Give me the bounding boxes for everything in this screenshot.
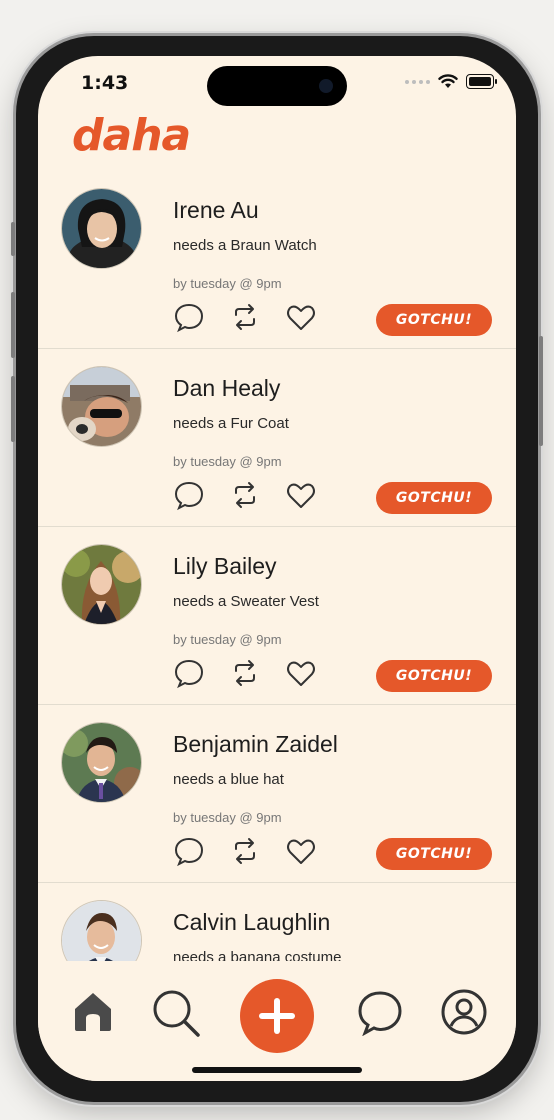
profile-icon[interactable] xyxy=(439,987,489,1037)
comment-icon[interactable] xyxy=(173,479,205,511)
status-time: 1:43 xyxy=(81,72,129,94)
home-indicator xyxy=(192,1067,362,1073)
action-row xyxy=(173,301,317,333)
dynamic-island xyxy=(207,66,347,106)
list-item[interactable]: Lily Bailey needs a Sweater Vest by tues… xyxy=(38,527,516,705)
request-text: needs a Sweater Vest xyxy=(173,593,319,610)
gotchu-button[interactable]: GOTCHU! xyxy=(376,838,492,870)
due-text: by tuesday @ 9pm xyxy=(173,276,282,291)
search-icon[interactable] xyxy=(150,987,202,1039)
heart-icon[interactable] xyxy=(285,479,317,511)
list-item[interactable]: Irene Au needs a Braun Watch by tuesday … xyxy=(38,171,516,349)
tab-bar xyxy=(38,961,516,1081)
request-text: needs a Braun Watch xyxy=(173,237,317,254)
request-text: needs a blue hat xyxy=(173,771,284,788)
silent-switch xyxy=(11,222,15,256)
avatar[interactable] xyxy=(61,366,142,447)
action-row xyxy=(173,835,317,867)
comment-icon[interactable] xyxy=(173,835,205,867)
create-request-button[interactable] xyxy=(240,979,314,1053)
request-feed: Irene Au needs a Braun Watch by tuesday … xyxy=(38,171,516,1060)
repost-icon[interactable] xyxy=(229,479,261,511)
app-screen: 1:43 daha Irene Au needs a Braun Watch b… xyxy=(38,56,516,1081)
due-text: by tuesday @ 9pm xyxy=(173,454,282,469)
comment-icon[interactable] xyxy=(173,301,205,333)
user-name: Irene Au xyxy=(173,197,259,223)
plus-icon xyxy=(259,998,295,1034)
avatar[interactable] xyxy=(61,188,142,269)
gotchu-button[interactable]: GOTCHU! xyxy=(376,660,492,692)
chat-icon[interactable] xyxy=(356,988,404,1036)
list-item[interactable]: Dan Healy needs a Fur Coat by tuesday @ … xyxy=(38,349,516,527)
repost-icon[interactable] xyxy=(229,301,261,333)
action-row xyxy=(173,657,317,689)
home-icon[interactable] xyxy=(71,989,115,1033)
status-icons xyxy=(405,74,497,89)
user-name: Lily Bailey xyxy=(173,553,277,579)
avatar[interactable] xyxy=(61,722,142,803)
comment-icon[interactable] xyxy=(173,657,205,689)
wifi-icon xyxy=(438,74,458,88)
heart-icon[interactable] xyxy=(285,657,317,689)
battery-icon xyxy=(466,74,497,89)
power-button xyxy=(539,336,543,446)
list-item[interactable]: Benjamin Zaidel needs a blue hat by tues… xyxy=(38,705,516,883)
camera-icon xyxy=(319,79,333,93)
repost-icon[interactable] xyxy=(229,835,261,867)
avatar[interactable] xyxy=(61,544,142,625)
app-logo: daha xyxy=(72,110,191,161)
user-name: Calvin Laughlin xyxy=(173,909,331,935)
gotchu-button[interactable]: GOTCHU! xyxy=(376,482,492,514)
heart-icon[interactable] xyxy=(285,301,317,333)
gotchu-button[interactable]: GOTCHU! xyxy=(376,304,492,336)
due-text: by tuesday @ 9pm xyxy=(173,632,282,647)
action-row xyxy=(173,479,317,511)
user-name: Benjamin Zaidel xyxy=(173,731,338,757)
signal-icon xyxy=(405,79,430,84)
heart-icon[interactable] xyxy=(285,835,317,867)
repost-icon[interactable] xyxy=(229,657,261,689)
status-bar: 1:43 xyxy=(38,56,516,112)
volume-up-button xyxy=(11,292,15,358)
request-text: needs a Fur Coat xyxy=(173,415,289,432)
user-name: Dan Healy xyxy=(173,375,281,401)
volume-down-button xyxy=(11,376,15,442)
due-text: by tuesday @ 9pm xyxy=(173,810,282,825)
